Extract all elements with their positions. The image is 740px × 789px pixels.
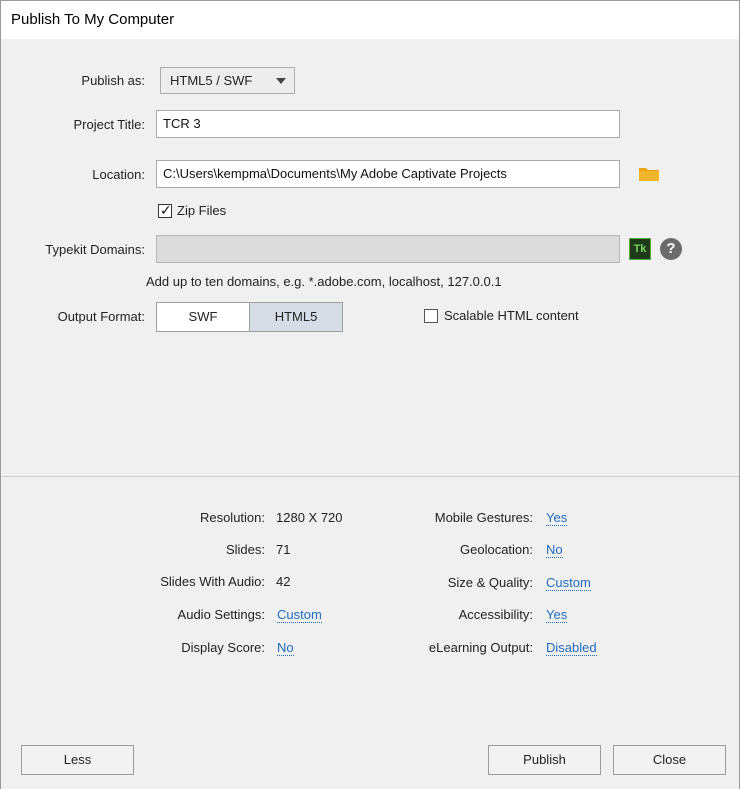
slides-value: 71: [276, 542, 291, 557]
audio-settings-link[interactable]: Custom: [277, 607, 322, 623]
folder-icon[interactable]: [639, 166, 659, 181]
resolution-label: Resolution:: [199, 510, 265, 525]
title-bar: Publish To My Computer: [1, 1, 739, 39]
mobile-gestures-label: Mobile Gestures:: [434, 510, 533, 525]
output-format-html5[interactable]: HTML5: [249, 302, 343, 332]
close-button[interactable]: Close: [613, 745, 726, 775]
typekit-icon[interactable]: Tk: [629, 238, 651, 260]
location-input[interactable]: C:\Users\kempma\Documents\My Adobe Capti…: [156, 160, 620, 188]
slides-with-audio-label: Slides With Audio:: [160, 574, 265, 589]
audio-settings-label: Audio Settings:: [177, 607, 265, 622]
help-icon[interactable]: ?: [660, 238, 682, 260]
location-label: Location:: [92, 167, 145, 182]
geolocation-label: Geolocation:: [460, 542, 533, 557]
elearning-output-link[interactable]: Disabled: [546, 640, 597, 656]
accessibility-link[interactable]: Yes: [546, 607, 568, 623]
project-title-input[interactable]: TCR 3: [156, 110, 620, 138]
display-score-label: Display Score:: [181, 640, 265, 655]
resolution-value: 1280 X 720: [276, 510, 343, 525]
checkmark-icon: ✓: [160, 202, 172, 218]
accessibility-label: Accessibility:: [458, 607, 533, 622]
publish-as-value: HTML5 / SWF: [170, 73, 253, 88]
chevron-down-icon: [276, 78, 286, 84]
size-quality-link[interactable]: Custom: [546, 575, 591, 591]
zip-files-label: Zip Files: [177, 203, 227, 218]
typekit-domains-label: Typekit Domains:: [45, 242, 145, 257]
display-score-link[interactable]: No: [277, 640, 294, 656]
typekit-domains-input: [156, 235, 620, 263]
publish-as-label: Publish as:: [81, 73, 145, 88]
scalable-html-checkbox[interactable]: [424, 309, 438, 323]
scalable-html-label: Scalable HTML content: [444, 308, 579, 323]
output-format-swf[interactable]: SWF: [156, 302, 250, 332]
zip-files-checkbox[interactable]: ✓: [158, 202, 172, 218]
publish-as-select[interactable]: HTML5 / SWF: [160, 67, 295, 94]
mobile-gestures-link[interactable]: Yes: [546, 510, 568, 526]
size-quality-label: Size & Quality:: [447, 575, 533, 590]
geolocation-link[interactable]: No: [546, 542, 563, 558]
slides-label: Slides:: [225, 542, 265, 557]
elearning-output-label: eLearning Output:: [428, 640, 533, 655]
output-format-label: Output Format:: [57, 309, 145, 324]
slides-with-audio-value: 42: [276, 574, 291, 589]
publish-dialog: Publish To My Computer Publish as: HTML5…: [0, 0, 740, 789]
publish-button[interactable]: Publish: [488, 745, 601, 775]
less-button[interactable]: Less: [21, 745, 134, 775]
project-title-label: Project Title:: [73, 117, 145, 132]
typekit-hint: Add up to ten domains, e.g. *.adobe.com,…: [146, 274, 502, 289]
dialog-title: Publish To My Computer: [11, 11, 175, 28]
